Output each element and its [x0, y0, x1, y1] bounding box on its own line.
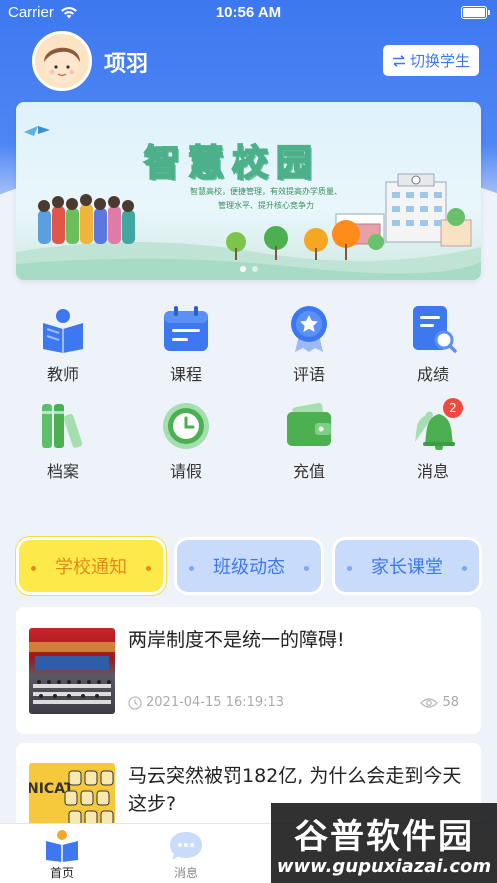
carousel-dot[interactable]	[251, 266, 258, 272]
menu-item-comment[interactable]: 评语	[264, 305, 354, 385]
tab-parent-class[interactable]: 家长课堂	[332, 537, 482, 595]
tabbar-label: 首页	[49, 866, 74, 880]
tab-dot	[189, 566, 194, 571]
clock: 10:56 AM	[215, 4, 282, 21]
watermark-url: www.gupuxiazai.com	[276, 856, 492, 877]
tab-label: 学校通知	[55, 557, 127, 578]
menu-label: 评语	[292, 365, 325, 384]
eye-icon	[420, 697, 439, 708]
medal-icon	[285, 305, 333, 353]
news-views: 58	[420, 695, 459, 710]
tab-dot	[31, 566, 36, 571]
bell-icon: 2	[409, 398, 463, 451]
tab-school-notice[interactable]: 学校通知	[16, 537, 166, 595]
tabbar-messages[interactable]: 消息	[146, 830, 226, 881]
switch-student-button[interactable]: 切换学生	[382, 45, 479, 76]
switch-student-label: 切换学生	[409, 52, 470, 70]
menu-label: 档案	[46, 462, 79, 481]
menu-label: 课程	[169, 365, 202, 384]
news-time: 2021-04-15 16:19:13	[146, 695, 285, 710]
menu-item-teacher[interactable]: 教师	[18, 305, 108, 385]
clock-icon	[128, 695, 142, 710]
tab-dot	[347, 566, 352, 571]
tab-dot	[146, 566, 151, 571]
menu-item-messages[interactable]: 2 消息	[388, 398, 478, 482]
menu-label: 请假	[169, 462, 202, 481]
news-item[interactable]: 两岸制度不是统一的障碍! 2021-04-15 16:19:13 58	[16, 607, 481, 734]
news-meta: 2021-04-15 16:19:13	[128, 695, 284, 710]
news-thumbnail	[29, 628, 115, 714]
menu-item-leave[interactable]: 请假	[141, 402, 231, 482]
unread-badge: 2	[443, 398, 463, 418]
menu-label: 教师	[46, 365, 79, 384]
tab-class-news[interactable]: 班级动态	[174, 537, 324, 595]
student-name: 项羽	[104, 52, 149, 77]
carousel-indicator	[16, 266, 481, 272]
tab-label: 班级动态	[213, 557, 285, 578]
menu-item-archive[interactable]: 档案	[18, 402, 108, 482]
news-tabs: 学校通知 班级动态 家长课堂	[16, 537, 482, 595]
watermark: 谷普软件园 www.gupuxiazai.com	[271, 803, 497, 883]
status-bar: Carrier 10:56 AM	[0, 0, 497, 26]
banner-subtitle-line2: 管理水平、提升核心竞争力	[218, 201, 314, 210]
wallet-icon	[285, 402, 333, 450]
tabbar-label: 消息	[173, 866, 198, 880]
tab-dot	[462, 566, 467, 571]
menu-label: 充值	[292, 462, 325, 481]
tab-label: 家长课堂	[371, 557, 443, 578]
report-search-icon	[409, 305, 457, 353]
books-icon	[39, 402, 87, 450]
banner-title: 智慧校园	[143, 142, 321, 185]
teacher-book-icon	[39, 305, 87, 353]
swap-icon	[392, 54, 405, 67]
menu-item-grades[interactable]: 成绩	[388, 305, 478, 385]
tabbar-home[interactable]: 首页	[22, 830, 102, 881]
news-view-count: 58	[442, 695, 459, 710]
menu-label: 成绩	[416, 365, 449, 384]
watermark-title: 谷普软件园	[294, 817, 474, 857]
avatar[interactable]	[32, 31, 92, 91]
carousel-dot-active[interactable]	[239, 266, 246, 272]
calendar-icon	[162, 305, 210, 353]
battery-icon	[461, 6, 490, 19]
menu-item-recharge[interactable]: 充值	[264, 402, 354, 482]
banner-carousel[interactable]: 智慧校园 智慧高校，便捷管理，有效提高办学质量、 管理水平、提升核心竞争力	[16, 102, 481, 280]
tab-dot	[304, 566, 309, 571]
banner-subtitle: 智慧高校，便捷管理，有效提高办学质量、 管理水平、提升核心竞争力	[176, 185, 356, 213]
menu-item-course[interactable]: 课程	[141, 305, 231, 385]
menu-label: 消息	[416, 462, 449, 481]
news-title: 两岸制度不是统一的障碍!	[128, 629, 345, 651]
home-book-icon	[45, 830, 79, 862]
banner-subtitle-line1: 智慧高校，便捷管理，有效提高办学质量、	[190, 187, 342, 196]
chat-bubble-icon	[169, 830, 203, 862]
clock-icon	[162, 402, 210, 450]
